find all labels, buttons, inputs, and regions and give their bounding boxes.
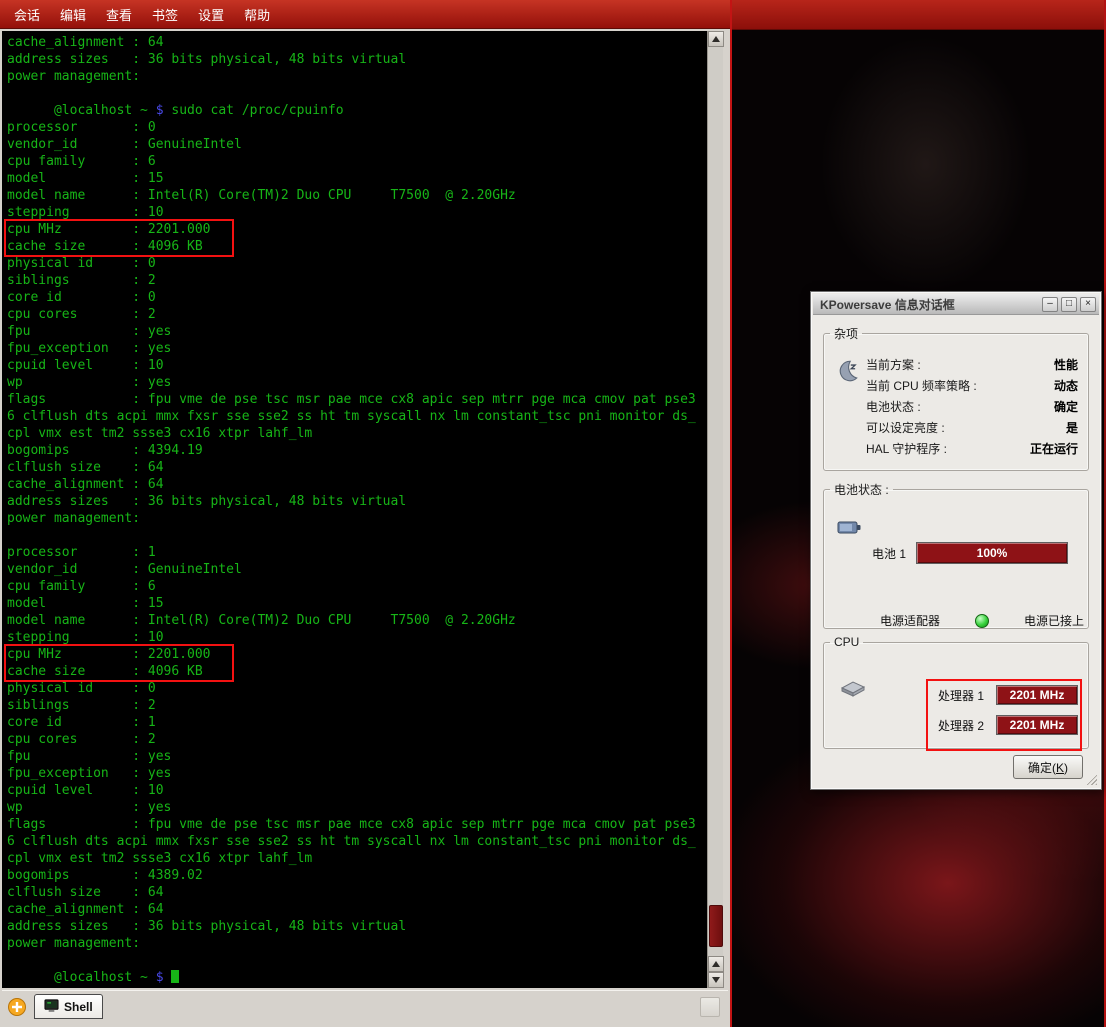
misc-rows: 当前方案 : 性能当前 CPU 频率策略 : 动态电池状态 : 确定可以设定亮度 : 是…	[866, 354, 1078, 459]
background-window-titlebar	[732, 0, 1104, 30]
misc-row: 可以设定亮度 : 是	[866, 417, 1078, 438]
menu-bar: 会话编辑查看书签设置帮助	[0, 0, 730, 29]
terminal-lines: processor : 1vendor_id : GenuineIntelcpu…	[7, 544, 707, 646]
tab-shell[interactable]: Shell	[34, 994, 103, 1019]
prompt-line: @localhost ~ $ sudo cat /proc/cpuinfo	[7, 102, 707, 119]
misc-row: 当前 CPU 频率策略 : 动态	[866, 375, 1078, 396]
terminal-window: 会话编辑查看书签设置帮助 cache_alignment : 64address…	[0, 0, 730, 1027]
terminal-scrollbar[interactable]	[707, 31, 723, 988]
terminal-lines: physical id : 0siblings : 2core id : 0cp…	[7, 255, 707, 544]
cpu-highlight-box	[926, 679, 1082, 751]
tab-label: Shell	[64, 1000, 93, 1014]
dialog-titlebar[interactable]: KPowersave 信息对话框 –□×	[813, 294, 1099, 315]
battery-percent: 100%	[977, 546, 1008, 560]
dialog-title: KPowersave 信息对话框	[816, 296, 1039, 313]
minimize-button[interactable]: –	[1042, 297, 1058, 312]
terminal-viewport[interactable]: cache_alignment : 64address sizes : 36 b…	[2, 31, 707, 988]
kpowersave-dialog: KPowersave 信息对话框 –□× 杂项 当前方案 : 性能当前 CPU 频…	[810, 291, 1102, 790]
misc-row-value: 确定	[1054, 398, 1078, 415]
menubar-item-1[interactable]: 编辑	[50, 0, 96, 28]
ok-button[interactable]: 确定(K)	[1013, 755, 1083, 779]
scroll-up-button-bottom[interactable]	[708, 956, 724, 972]
arrow-up-icon	[712, 36, 720, 42]
misc-group-title: 杂项	[830, 325, 862, 342]
battery-row: 电池 1 100%	[872, 542, 1068, 564]
cpu-group: CPU 处理器 12201 MHz处理器 22201 MHz	[823, 635, 1089, 749]
menubar-item-2[interactable]: 查看	[96, 0, 142, 28]
menubar-item-3[interactable]: 书签	[142, 0, 188, 28]
misc-row-label: 当前 CPU 频率策略 :	[866, 377, 977, 394]
battery-progressbar: 100%	[916, 542, 1068, 564]
menubar-item-4[interactable]: 设置	[188, 0, 234, 28]
ok-label: 确定(	[1028, 761, 1056, 775]
menubar-item-0[interactable]: 会话	[4, 0, 50, 28]
resize-grip[interactable]	[1084, 772, 1097, 785]
terminal-lines: processor : 0vendor_id : GenuineIntelcpu…	[7, 119, 707, 221]
battery-group: 电池状态 : 电池 1 100% 电源适配器	[823, 481, 1089, 629]
misc-row-label: 可以设定亮度 :	[866, 419, 945, 436]
terminal-output: cache_alignment : 64address sizes : 36 b…	[2, 31, 707, 986]
highlighted-lines: cpu MHz : 2201.000cache size : 4096 KB	[4, 644, 234, 682]
battery-group-title: 电池状态 :	[830, 481, 893, 498]
maximize-button[interactable]: □	[1061, 297, 1077, 312]
terminal-lines: physical id : 0siblings : 2core id : 1cp…	[7, 680, 707, 969]
shell-icon	[44, 998, 59, 1016]
arrow-down-icon	[712, 977, 720, 983]
ok-label-suffix: )	[1064, 761, 1068, 775]
terminal-cursor	[171, 970, 179, 983]
scroll-down-button[interactable]	[708, 972, 724, 988]
power-led-icon	[975, 614, 989, 628]
arrow-up-icon	[712, 961, 720, 967]
tab-bar-right-icon[interactable]	[700, 997, 720, 1017]
battery-label: 电池 1	[872, 545, 906, 562]
kpowersave-icon	[834, 358, 860, 384]
new-session-button[interactable]	[4, 994, 29, 1019]
misc-row: 当前方案 : 性能	[866, 354, 1078, 375]
prompt-line: @localhost ~ $	[7, 969, 707, 986]
misc-row-value: 性能	[1054, 356, 1078, 373]
tab-bar: Shell	[2, 990, 728, 1022]
highlighted-lines: cpu MHz : 2201.000cache size : 4096 KB	[4, 219, 234, 257]
scroll-up-button[interactable]	[708, 31, 724, 47]
menubar-item-5[interactable]: 帮助	[234, 0, 280, 28]
adapter-row: 电源适配器 电源已接上	[880, 612, 1084, 629]
adapter-status: 电源已接上	[1024, 612, 1084, 629]
scrollbar-thumb[interactable]	[709, 905, 723, 947]
misc-row: 电池状态 : 确定	[866, 396, 1078, 417]
misc-row-label: 电池状态 :	[866, 398, 921, 415]
misc-row-label: 当前方案 :	[866, 356, 921, 373]
misc-row-label: HAL 守护程序 :	[866, 440, 947, 457]
misc-group: 杂项 当前方案 : 性能当前 CPU 频率策略 : 动态电池状态 : 确定可以设定亮度…	[823, 325, 1089, 471]
cpu-icon	[838, 675, 868, 701]
close-button[interactable]: ×	[1080, 297, 1096, 312]
misc-row-value: 动态	[1054, 377, 1078, 394]
cpu-group-title: CPU	[830, 635, 863, 649]
misc-row-value: 是	[1066, 419, 1078, 436]
adapter-label: 电源适配器	[880, 612, 940, 629]
window-buttons: –□×	[1039, 297, 1096, 312]
dialog-body: 杂项 当前方案 : 性能当前 CPU 频率策略 : 动态电池状态 : 确定可以设定亮度…	[813, 315, 1099, 787]
ok-accel: K	[1056, 761, 1064, 775]
misc-row-value: 正在运行	[1030, 440, 1078, 457]
screen: 会话编辑查看书签设置帮助 cache_alignment : 64address…	[0, 0, 1106, 1027]
terminal-lines: cache_alignment : 64address sizes : 36 b…	[7, 34, 707, 102]
new-session-icon	[6, 996, 28, 1018]
battery-icon	[836, 516, 864, 538]
misc-row: HAL 守护程序 : 正在运行	[866, 438, 1078, 459]
